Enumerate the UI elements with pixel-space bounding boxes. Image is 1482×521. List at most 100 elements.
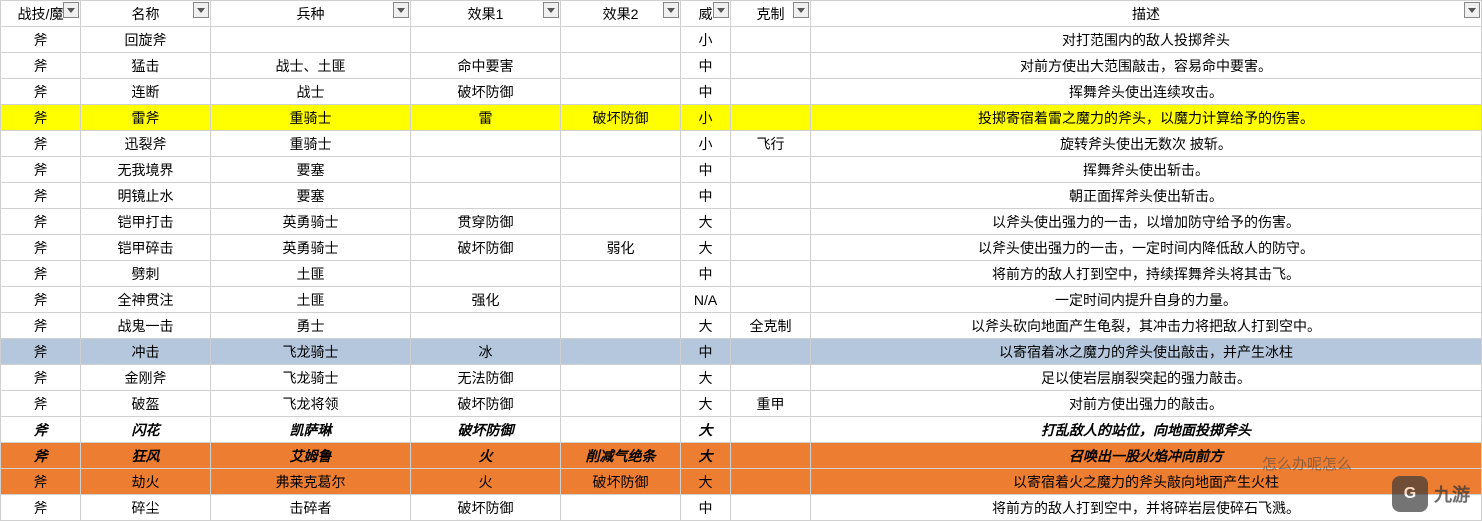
table-row[interactable]: 斧铠甲打击英勇骑士贯穿防御大以斧头使出强力的一击，以增加防守给予的伤害。 [1,209,1482,235]
table-cell[interactable] [731,287,811,313]
table-cell[interactable]: 小 [681,27,731,53]
table-cell[interactable] [561,53,681,79]
table-cell[interactable] [731,261,811,287]
table-cell[interactable]: 打乱敌人的站位，向地面投掷斧头 [811,417,1482,443]
table-cell[interactable]: 破坏防御 [411,391,561,417]
table-cell[interactable]: 以斧头砍向地面产生龟裂，其冲击力将把敌人打到空中。 [811,313,1482,339]
table-cell[interactable]: 斧 [1,131,81,157]
table-cell[interactable] [411,27,561,53]
table-cell[interactable]: 英勇骑士 [211,209,411,235]
table-cell[interactable] [731,417,811,443]
table-cell[interactable]: 破坏防御 [561,469,681,495]
table-cell[interactable]: 将前方的敌人打到空中，并将碎岩层使碎石飞溅。 [811,495,1482,521]
table-cell[interactable]: 重甲 [731,391,811,417]
table-cell[interactable]: 破坏防御 [411,495,561,521]
filter-dropdown-button[interactable] [63,2,79,18]
table-cell[interactable]: 大 [681,235,731,261]
table-cell[interactable]: 斧 [1,105,81,131]
table-cell[interactable]: 斧 [1,391,81,417]
table-cell[interactable]: 飞龙骑士 [211,365,411,391]
table-cell[interactable]: 碎尘 [81,495,211,521]
table-cell[interactable]: 中 [681,339,731,365]
table-cell[interactable]: 大 [681,209,731,235]
table-cell[interactable]: 斧 [1,287,81,313]
table-cell[interactable]: 飞龙骑士 [211,339,411,365]
table-cell[interactable]: 铠甲打击 [81,209,211,235]
table-cell[interactable]: 土匪 [211,287,411,313]
table-cell[interactable]: 以斧头使出强力的一击，以增加防守给予的伤害。 [811,209,1482,235]
table-cell[interactable] [561,313,681,339]
table-cell[interactable]: 雷 [411,105,561,131]
table-cell[interactable] [731,365,811,391]
table-cell[interactable] [561,79,681,105]
table-cell[interactable]: 斧 [1,53,81,79]
table-row[interactable]: 斧连断战士破坏防御中挥舞斧头使出连续攻击。 [1,79,1482,105]
table-cell[interactable]: 一定时间内提升自身的力量。 [811,287,1482,313]
column-header[interactable]: 名称 [81,1,211,27]
table-cell[interactable] [411,261,561,287]
table-cell[interactable]: 斧 [1,27,81,53]
table-cell[interactable] [561,287,681,313]
table-cell[interactable]: 艾姆鲁 [211,443,411,469]
table-cell[interactable] [731,183,811,209]
table-row[interactable]: 斧劈刺土匪中将前方的敌人打到空中，持续挥舞斧头将其击飞。 [1,261,1482,287]
table-cell[interactable]: 对前方使出强力的敲击。 [811,391,1482,417]
table-cell[interactable] [561,209,681,235]
table-cell[interactable]: 金刚斧 [81,365,211,391]
table-cell[interactable] [561,417,681,443]
table-row[interactable]: 斧劫火弗莱克葛尔火破坏防御大以寄宿着火之魔力的斧头敲向地面产生火柱 [1,469,1482,495]
table-cell[interactable]: 狂风 [81,443,211,469]
table-cell[interactable]: 斧 [1,417,81,443]
table-cell[interactable]: 雷斧 [81,105,211,131]
table-cell[interactable]: 投掷寄宿着雷之魔力的斧头，以魔力计算给予的伤害。 [811,105,1482,131]
table-cell[interactable]: 斧 [1,261,81,287]
table-cell[interactable]: 以寄宿着火之魔力的斧头敲向地面产生火柱 [811,469,1482,495]
table-cell[interactable]: 无法防御 [411,365,561,391]
table-cell[interactable]: 明镜止水 [81,183,211,209]
table-cell[interactable]: 斧 [1,443,81,469]
table-cell[interactable]: 破盔 [81,391,211,417]
table-cell[interactable]: 朝正面挥斧头使出斩击。 [811,183,1482,209]
table-row[interactable]: 斧雷斧重骑士雷破坏防御小投掷寄宿着雷之魔力的斧头，以魔力计算给予的伤害。 [1,105,1482,131]
table-cell[interactable]: 火 [411,469,561,495]
table-cell[interactable]: 全神贯注 [81,287,211,313]
table-cell[interactable]: 贯穿防御 [411,209,561,235]
table-cell[interactable]: 小 [681,131,731,157]
filter-dropdown-button[interactable] [1464,2,1480,18]
table-cell[interactable]: 以斧头使出强力的一击，一定时间内降低敌人的防守。 [811,235,1482,261]
table-cell[interactable]: 对前方使出大范围敲击，容易命中要害。 [811,53,1482,79]
filter-dropdown-button[interactable] [793,2,809,18]
table-cell[interactable]: 火 [411,443,561,469]
table-row[interactable]: 斧铠甲碎击英勇骑士破坏防御弱化大以斧头使出强力的一击，一定时间内降低敌人的防守。 [1,235,1482,261]
column-header[interactable]: 威 [681,1,731,27]
table-cell[interactable]: 斧 [1,157,81,183]
table-cell[interactable]: 勇士 [211,313,411,339]
table-cell[interactable]: 削减气绝条 [561,443,681,469]
table-cell[interactable]: 斧 [1,79,81,105]
table-cell[interactable]: 铠甲碎击 [81,235,211,261]
table-cell[interactable] [731,209,811,235]
table-cell[interactable]: 强化 [411,287,561,313]
table-cell[interactable]: 全克制 [731,313,811,339]
table-cell[interactable]: 重骑士 [211,105,411,131]
table-cell[interactable]: 斧 [1,469,81,495]
table-cell[interactable]: 旋转斧头使出无数次 披斩。 [811,131,1482,157]
table-cell[interactable] [411,157,561,183]
table-row[interactable]: 斧狂风艾姆鲁火削减气绝条大召唤出一股火焰冲向前方 [1,443,1482,469]
table-cell[interactable] [731,339,811,365]
table-cell[interactable] [561,157,681,183]
table-cell[interactable]: 大 [681,391,731,417]
table-cell[interactable]: 斧 [1,183,81,209]
table-cell[interactable]: 中 [681,53,731,79]
table-cell[interactable] [731,79,811,105]
filter-dropdown-button[interactable] [713,2,729,18]
table-cell[interactable]: 斧 [1,235,81,261]
table-cell[interactable]: 迅裂斧 [81,131,211,157]
table-row[interactable]: 斧明镜止水要塞中朝正面挥斧头使出斩击。 [1,183,1482,209]
table-cell[interactable]: 弗莱克葛尔 [211,469,411,495]
table-cell[interactable]: 召唤出一股火焰冲向前方 [811,443,1482,469]
table-cell[interactable]: 小 [681,105,731,131]
table-cell[interactable]: 破坏防御 [411,79,561,105]
table-cell[interactable]: 大 [681,365,731,391]
table-cell[interactable]: 战士、土匪 [211,53,411,79]
